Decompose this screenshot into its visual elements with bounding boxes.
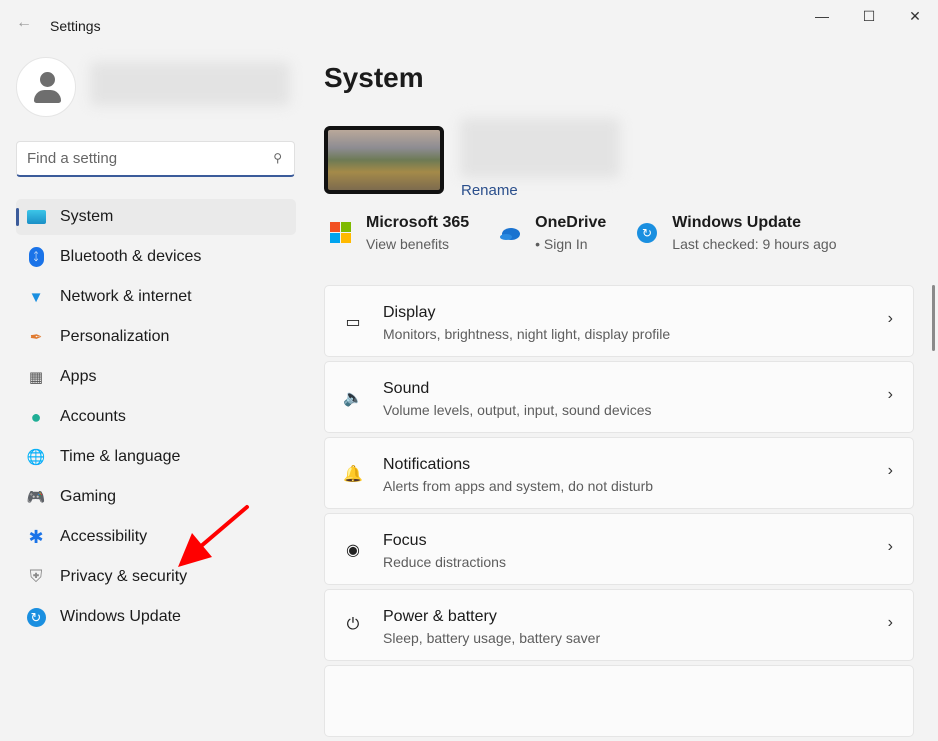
- red-arrow-annotation: [170, 500, 255, 575]
- microsoft-365-link[interactable]: Microsoft 365 View benefits: [324, 214, 469, 252]
- sidebar-item-label: Gaming: [60, 488, 116, 506]
- sidebar-item-label: Time & language: [60, 448, 180, 466]
- bell-icon: 🔔: [343, 464, 363, 484]
- brush-icon: ✒: [26, 327, 46, 347]
- sidebar-item-apps[interactable]: ▦ Apps: [16, 359, 296, 395]
- svg-text:↻: ↻: [642, 226, 652, 240]
- card-subtitle: Sleep, battery usage, battery saver: [383, 630, 600, 646]
- power-icon: ⏻: [343, 616, 363, 636]
- quick-title: Microsoft 365: [366, 214, 469, 232]
- speaker-icon: 🔈: [343, 388, 363, 408]
- sidebar-item-accounts[interactable]: ● Accounts: [16, 399, 296, 435]
- onedrive-link[interactable]: OneDrive • Sign In: [493, 214, 606, 252]
- quick-subtitle: Last checked: 9 hours ago: [672, 236, 836, 252]
- search-box[interactable]: ⚲: [16, 141, 295, 177]
- settings-list: ▭ Display Monitors, brightness, night ligh…: [324, 285, 914, 741]
- card-subtitle: Volume levels, output, input, sound devi…: [383, 402, 652, 418]
- rename-link[interactable]: Rename: [461, 182, 518, 199]
- focus-card[interactable]: ◉ Focus Reduce distractions ›: [324, 513, 914, 585]
- search-input[interactable]: [27, 150, 257, 167]
- sidebar-item-bluetooth[interactable]: ᛨ Bluetooth & devices: [16, 239, 296, 275]
- accessibility-icon: ✱: [26, 527, 46, 547]
- back-arrow-icon[interactable]: ←: [16, 14, 32, 32]
- card-title: Power & battery: [383, 608, 497, 626]
- avatar[interactable]: [16, 57, 76, 117]
- windows-update-link[interactable]: ↻ Windows Update Last checked: 9 hours ag…: [630, 214, 836, 252]
- notifications-card[interactable]: 🔔 Notifications Alerts from apps and syste…: [324, 437, 914, 509]
- quick-subtitle: View benefits: [366, 236, 469, 252]
- sidebar-item-label: Apps: [60, 368, 96, 386]
- minimize-button[interactable]: —: [812, 8, 832, 26]
- sidebar-item-label: Accessibility: [60, 528, 147, 546]
- sidebar-item-label: Windows Update: [60, 608, 181, 626]
- microsoft-logo-icon: [330, 222, 352, 244]
- card-title: Sound: [383, 380, 429, 398]
- accounts-icon: ●: [26, 407, 46, 427]
- sidebar-item-label: Privacy & security: [60, 568, 187, 586]
- gaming-icon: 🎮: [26, 487, 46, 507]
- chevron-right-icon: ›: [888, 462, 893, 480]
- sidebar-item-time-language[interactable]: 🌐 Time & language: [16, 439, 296, 475]
- time-language-icon: 🌐: [26, 447, 46, 467]
- search-icon: ⚲: [273, 151, 282, 165]
- quick-title: OneDrive: [535, 214, 606, 232]
- card-subtitle: Alerts from apps and system, do not dist…: [383, 478, 653, 494]
- sidebar-item-label: Personalization: [60, 328, 169, 346]
- desktop-wallpaper-thumbnail: [324, 126, 444, 194]
- power-battery-card[interactable]: ⏻ Power & battery Sleep, battery usage, ba…: [324, 589, 914, 661]
- system-icon: [26, 207, 46, 227]
- chevron-right-icon: ›: [888, 386, 893, 404]
- monitor-icon: ▭: [343, 312, 363, 332]
- shield-icon: ⛨: [26, 567, 46, 587]
- chevron-right-icon: ›: [888, 310, 893, 328]
- sidebar-item-personalization[interactable]: ✒ Personalization: [16, 319, 296, 355]
- scrollbar-thumb[interactable]: [932, 285, 935, 351]
- card-title: Display: [383, 304, 435, 322]
- sidebar-item-network[interactable]: ▼ Network & internet: [16, 279, 296, 315]
- next-card-partial[interactable]: [324, 665, 914, 737]
- title-bar: ← Settings — ☐ ✕: [0, 0, 938, 50]
- window-title: Settings: [50, 18, 101, 34]
- sidebar-item-windows-update[interactable]: ↻ Windows Update: [16, 599, 296, 635]
- blurred-device-name: [460, 118, 620, 178]
- sound-card[interactable]: 🔈 Sound Volume levels, output, input, soun…: [324, 361, 914, 433]
- blurred-account-name: [90, 62, 290, 106]
- bluetooth-icon: ᛨ: [26, 247, 46, 267]
- focus-icon: ◉: [343, 540, 363, 560]
- wifi-icon: ▼: [26, 287, 46, 307]
- sidebar-item-label: Bluetooth & devices: [60, 248, 201, 266]
- maximize-button[interactable]: ☐: [859, 8, 879, 26]
- sidebar-item-label: Network & internet: [60, 288, 192, 306]
- sidebar-item-system[interactable]: System: [16, 199, 296, 235]
- quick-links: Microsoft 365 View benefits OneDrive • Sig…: [324, 214, 861, 252]
- update-icon: ↻: [636, 222, 658, 244]
- card-subtitle: Monitors, brightness, night light, displ…: [383, 326, 670, 342]
- sidebar-item-label: System: [60, 208, 113, 226]
- quick-title: Windows Update: [672, 214, 836, 232]
- chevron-right-icon: ›: [888, 538, 893, 556]
- card-title: Notifications: [383, 456, 470, 474]
- update-icon: ↻: [26, 607, 46, 627]
- quick-subtitle: • Sign In: [535, 236, 606, 252]
- apps-icon: ▦: [26, 367, 46, 387]
- page-title: System: [324, 62, 424, 94]
- close-button[interactable]: ✕: [905, 8, 925, 26]
- card-title: Focus: [383, 532, 427, 550]
- display-card[interactable]: ▭ Display Monitors, brightness, night ligh…: [324, 285, 914, 357]
- sidebar-item-label: Accounts: [60, 408, 126, 426]
- card-subtitle: Reduce distractions: [383, 554, 506, 570]
- chevron-right-icon: ›: [888, 614, 893, 632]
- onedrive-cloud-icon: [499, 222, 521, 244]
